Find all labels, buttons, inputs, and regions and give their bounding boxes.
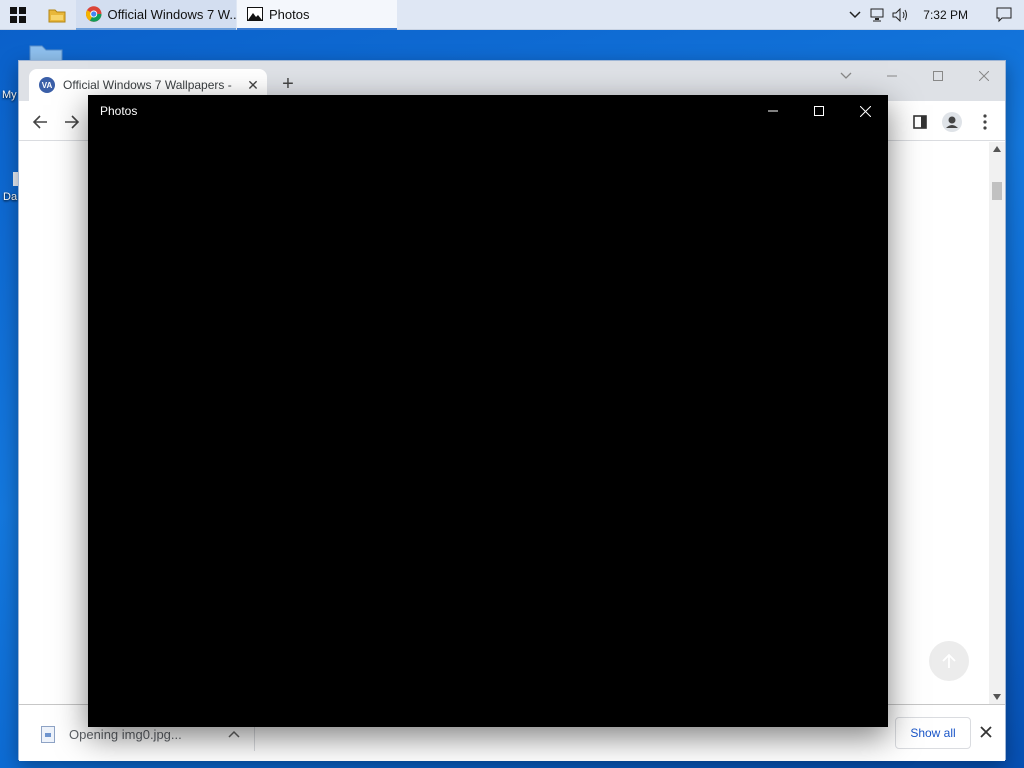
taskbar-task-chrome[interactable]: Official Windows 7 W... [76,0,236,30]
photo-viewer-canvas[interactable] [88,127,888,727]
taskbar: Official Windows 7 W... Photos 7:32 PM [0,0,1024,30]
side-panel-icon [913,115,927,129]
close-icon [859,105,871,117]
side-panel-button[interactable] [907,109,933,135]
chevron-down-icon [840,72,852,79]
start-button[interactable] [0,0,36,30]
maximize-icon [933,71,943,81]
taskbar-task-photos[interactable]: Photos [237,0,397,30]
scroll-up-icon[interactable] [993,146,1001,152]
chevron-up-icon[interactable] [228,730,240,738]
folder-icon [48,9,66,23]
vertical-scrollbar[interactable] [989,142,1005,704]
volume-button[interactable] [889,0,913,30]
taskbar-task-label: Photos [269,6,310,22]
minimize-button[interactable] [750,95,796,127]
minimize-icon [768,110,778,112]
scroll-to-top-button[interactable] [929,641,969,681]
tab-close-icon[interactable]: ✕ [243,77,263,94]
arrow-right-icon [65,115,80,129]
kebab-menu-icon [983,114,987,130]
notification-icon [996,7,1012,23]
network-icon [870,8,884,22]
avatar-icon [942,112,962,132]
close-icon [980,726,992,738]
scroll-down-icon[interactable] [993,694,1001,700]
new-tab-button[interactable]: + [277,73,299,95]
photos-window: Photos [88,95,888,727]
show-all-button[interactable]: Show all [895,717,971,749]
scrollbar-thumb[interactable] [992,182,1002,200]
arrow-up-icon [942,653,956,668]
chrome-icon [86,6,102,22]
profile-button[interactable] [939,109,965,135]
download-filename: Opening img0.jpg... [69,726,182,742]
close-icon [979,71,989,81]
arrow-left-icon [32,115,47,129]
tab-search-button[interactable] [823,61,869,91]
desktop-icon-label: My [2,89,17,101]
minimize-icon [887,75,897,77]
desktop-icon-label: Da [3,191,18,203]
maximize-icon [814,106,824,116]
site-favicon-icon: VA [39,77,55,93]
windows-logo-icon [10,7,26,23]
clock[interactable]: 7:32 PM [913,0,984,30]
taskbar-task-label: Official Windows 7 W... [107,6,237,22]
menu-button[interactable] [972,109,998,135]
photos-icon [247,7,263,21]
back-button[interactable] [27,109,53,135]
system-tray: 7:32 PM [843,0,1024,30]
action-center-button[interactable] [984,0,1024,30]
show-hidden-icons-button[interactable] [843,0,867,30]
maximize-button[interactable] [915,61,961,91]
minimize-button[interactable] [869,61,915,91]
chevron-down-icon [849,11,861,19]
file-explorer-button[interactable] [40,0,74,30]
tab-title: Official Windows 7 Wallpapers - [63,78,232,92]
forward-button[interactable] [59,109,85,135]
close-button[interactable] [961,61,1007,91]
maximize-button[interactable] [796,95,842,127]
speaker-icon [892,8,908,22]
image-file-icon [41,725,55,743]
close-button[interactable] [842,95,888,127]
download-shelf-close-button[interactable] [975,721,997,743]
network-button[interactable] [867,0,889,30]
window-title: Photos [100,104,138,118]
